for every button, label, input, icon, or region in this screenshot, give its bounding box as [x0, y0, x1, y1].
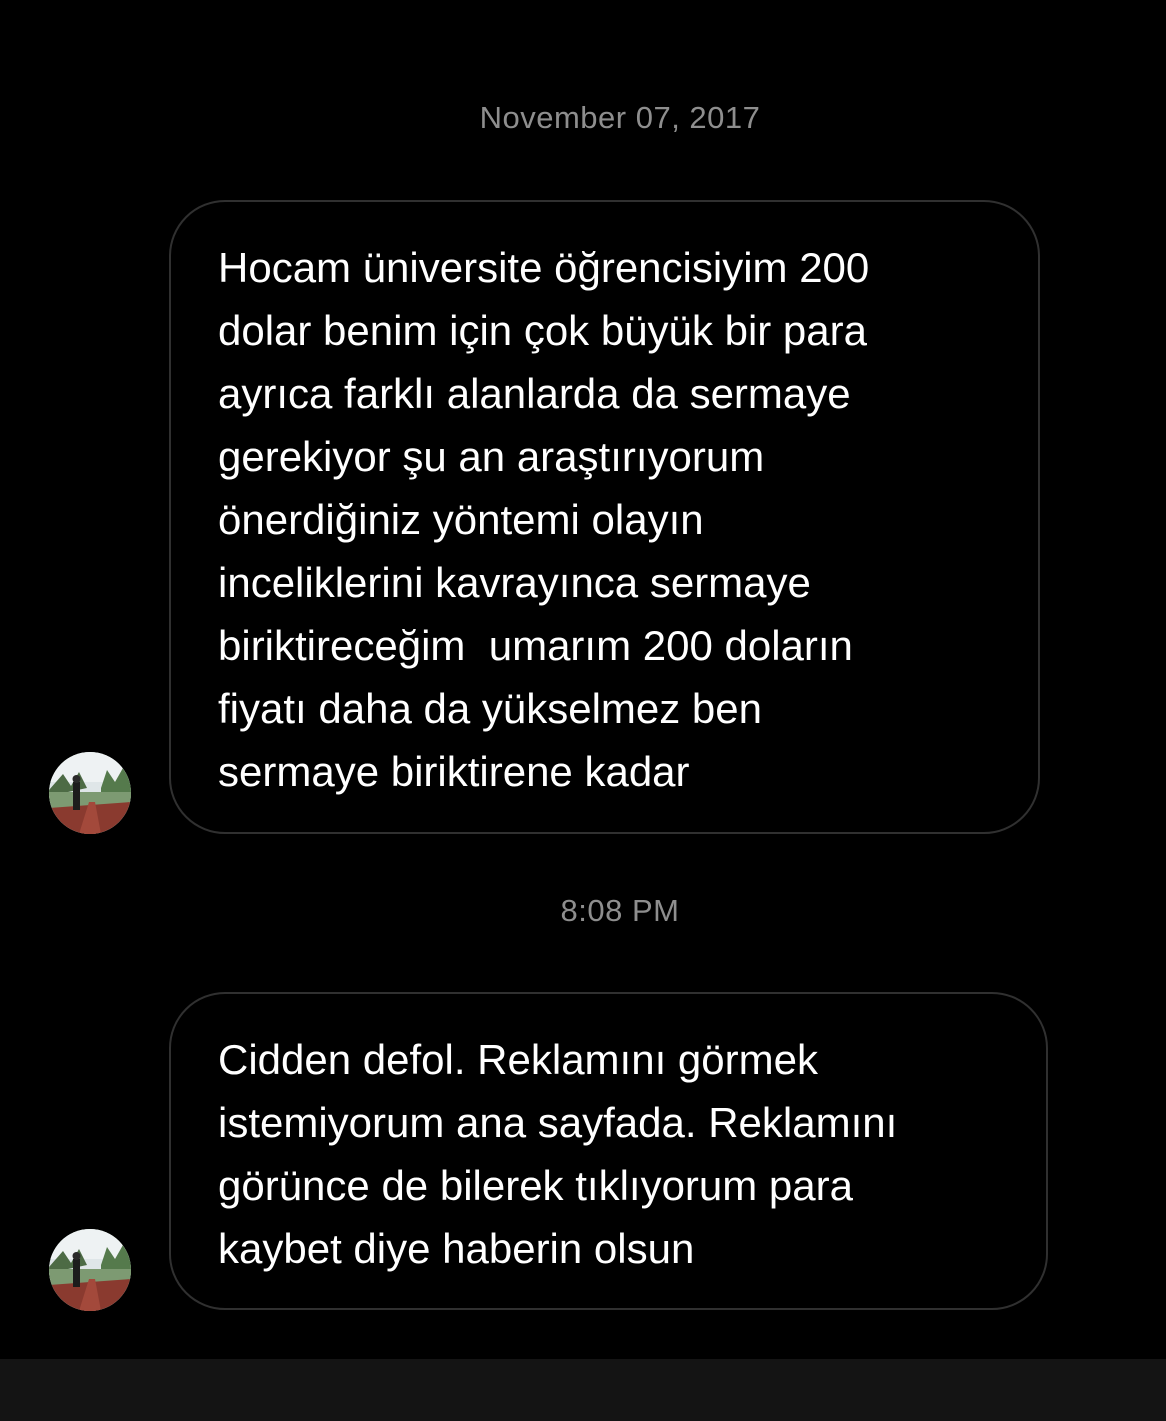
sender-avatar[interactable] — [49, 752, 131, 834]
message-bubble[interactable]: Cidden defol. Reklamını görmek istemiyor… — [169, 992, 1048, 1310]
time-separator: 8:08 PM — [560, 893, 680, 928]
sender-avatar[interactable] — [49, 1229, 131, 1311]
avatar-photo-icon — [49, 752, 131, 834]
bottom-bar — [0, 1359, 1166, 1421]
message-bubble[interactable]: Hocam üniversite öğrencisiyim 200 dolar … — [169, 200, 1040, 834]
avatar-photo-icon — [49, 1229, 131, 1311]
date-separator: November 07, 2017 — [479, 100, 761, 135]
